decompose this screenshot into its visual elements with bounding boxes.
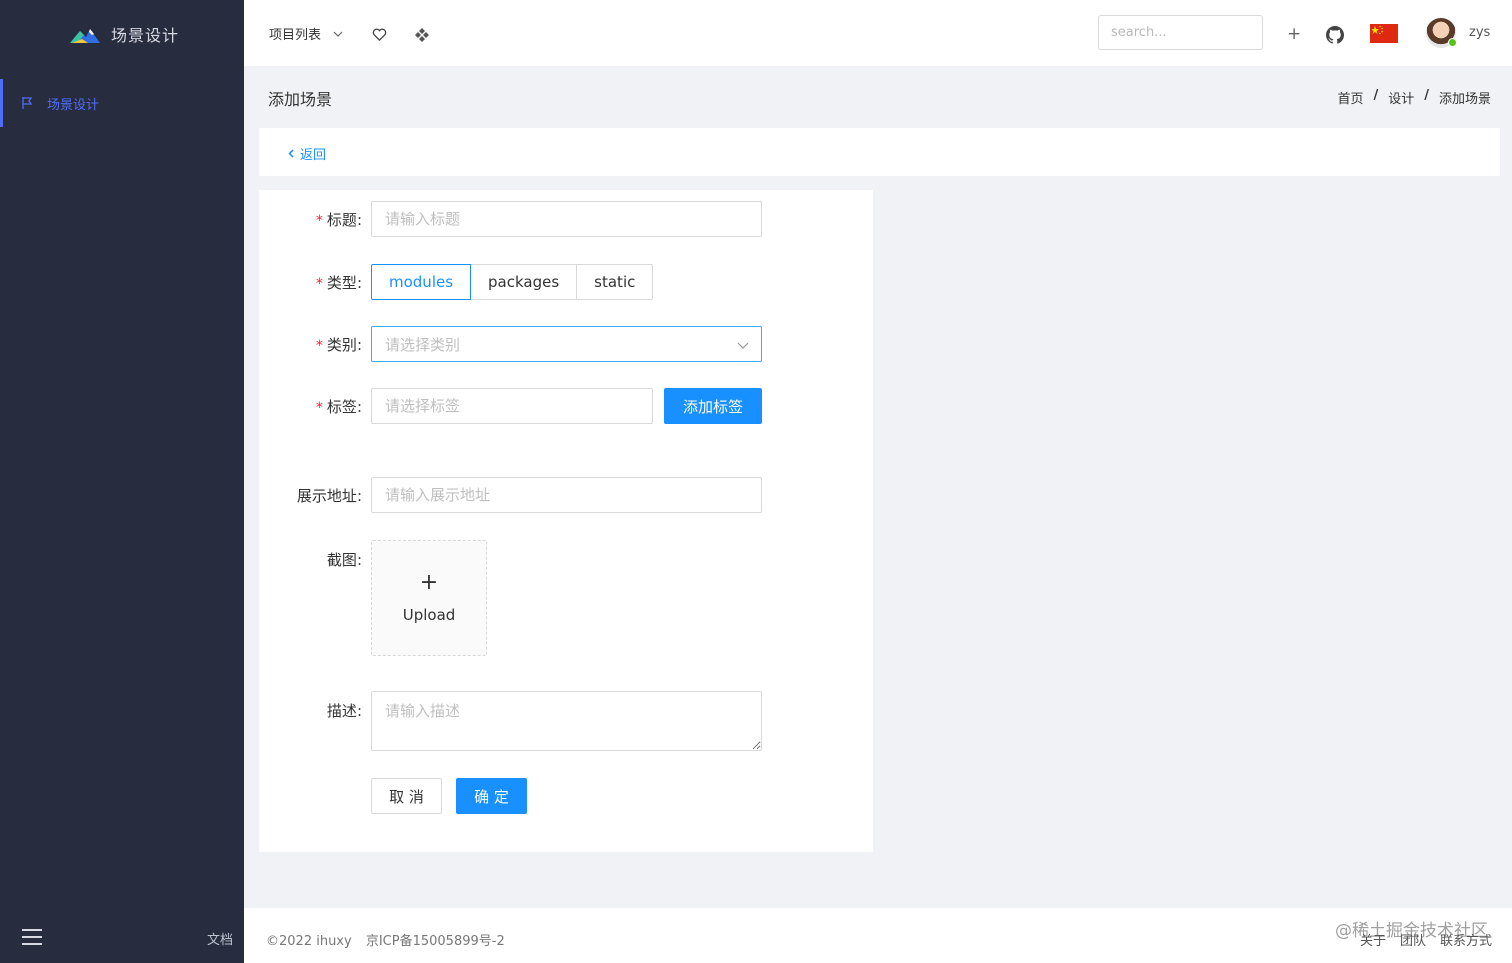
breadcrumb-current: 添加场景 <box>1438 92 1491 107</box>
back-link[interactable]: 返回 <box>287 144 326 163</box>
back-label: 返回 <box>300 148 327 163</box>
sidebar: 场景设计 场景设计 文档 <box>0 0 244 963</box>
menu-toggle-icon[interactable] <box>22 929 42 945</box>
title-input[interactable] <box>371 201 762 237</box>
type-label: * 类型: <box>315 273 362 292</box>
sidebar-item-scene-design[interactable]: 场景设计 <box>0 79 244 127</box>
add-button[interactable]: + <box>1287 25 1301 43</box>
heart-icon[interactable] <box>372 27 387 42</box>
username[interactable]: zys <box>1469 25 1490 40</box>
page-footer: ©2022 ihuxy 京ICP备15005899号-2 关于 团队 联系方式 … <box>244 908 1512 963</box>
icp-link[interactable]: 京ICP备15005899号-2 <box>366 934 505 949</box>
description-textarea[interactable] <box>371 691 762 751</box>
breadcrumb-design[interactable]: 设计 <box>1388 88 1414 107</box>
title-label: * 标题: <box>315 210 362 229</box>
upload-label: Upload <box>402 606 456 624</box>
project-list-label: 项目列表 <box>269 28 322 43</box>
sidebar-footer: 文档 <box>0 920 244 956</box>
breadcrumb: 首页 / 设计 / 添加场景 <box>1337 88 1491 107</box>
breadcrumb-separator: / <box>1373 88 1379 103</box>
cancel-button[interactable]: 取 消 <box>371 778 442 814</box>
copyright: ©2022 ihuxy 京ICP备15005899号-2 <box>266 930 505 949</box>
type-option-packages[interactable]: packages <box>470 264 578 300</box>
form-actions: 取 消 确 定 <box>371 778 527 814</box>
copyright-text: ©2022 ihuxy <box>266 934 352 949</box>
flag-icon <box>22 97 33 109</box>
category-placeholder: 请选择类别 <box>385 335 461 354</box>
confirm-button[interactable]: 确 定 <box>456 778 527 814</box>
search-input[interactable] <box>1098 15 1263 50</box>
form-row-tags: *标签: 添加标签 <box>259 388 762 424</box>
url-label: 展示地址: <box>296 486 362 505</box>
watermark: @稀土掘金技术社区 <box>1335 921 1488 941</box>
china-flag-icon[interactable] <box>1370 24 1398 43</box>
upload-box[interactable]: + Upload <box>371 540 487 656</box>
url-input[interactable] <box>371 477 762 513</box>
tags-label: * 标签: <box>315 397 362 416</box>
page-title: 添加场景 <box>268 90 333 109</box>
type-option-modules[interactable]: modules <box>371 264 472 300</box>
avatar[interactable] <box>1426 18 1457 48</box>
app-logo[interactable]: 场景设计 <box>68 20 179 48</box>
form-row-category: * 类别: 请选择类别 <box>259 326 762 362</box>
form-row-screenshot: 截图: + Upload <box>259 540 487 656</box>
top-header: 项目列表 + zys <box>244 0 1512 66</box>
form-row-type: * 类型: modules packages static <box>259 264 654 300</box>
mountain-logo-icon <box>70 29 100 43</box>
category-select[interactable]: 请选择类别 <box>371 326 762 362</box>
docs-link[interactable]: 文档 <box>207 929 233 948</box>
project-list-menu[interactable]: 项目列表 <box>269 24 343 43</box>
required-mark: * <box>315 399 323 416</box>
form-row-description: 描述: <box>259 691 762 751</box>
tags-input[interactable] <box>371 388 653 424</box>
breadcrumb-home[interactable]: 首页 <box>1337 88 1363 107</box>
description-label: 描述: <box>326 702 362 720</box>
plus-icon: + <box>419 570 439 595</box>
chevron-down-icon <box>737 342 749 349</box>
back-bar: 返回 <box>259 128 1500 176</box>
breadcrumb-separator: / <box>1424 88 1429 103</box>
type-option-static[interactable]: static <box>576 264 654 300</box>
form-row-title: * 标题: <box>259 201 762 237</box>
sidebar-item-label: 场景设计 <box>47 97 100 113</box>
required-mark: * <box>315 337 323 354</box>
add-tag-button[interactable]: 添加标签 <box>664 388 762 424</box>
category-label: * 类别: <box>315 335 362 354</box>
chevron-down-icon <box>333 31 343 37</box>
screenshot-label: 截图: <box>326 551 362 569</box>
required-mark: * <box>315 212 323 229</box>
required-mark: * <box>315 275 323 292</box>
type-radio-group: modules packages static <box>371 264 654 300</box>
add-scene-form: *标题: *类型: modules packages static *类别: 请… <box>259 190 873 852</box>
online-status-dot <box>1448 38 1457 47</box>
app-title: 场景设计 <box>111 26 180 45</box>
star-icon <box>1371 25 1383 35</box>
github-icon[interactable] <box>1326 26 1344 44</box>
form-row-url: 展示地址: <box>259 477 762 513</box>
component-icon[interactable] <box>414 27 430 43</box>
chevron-left-icon <box>288 149 294 158</box>
